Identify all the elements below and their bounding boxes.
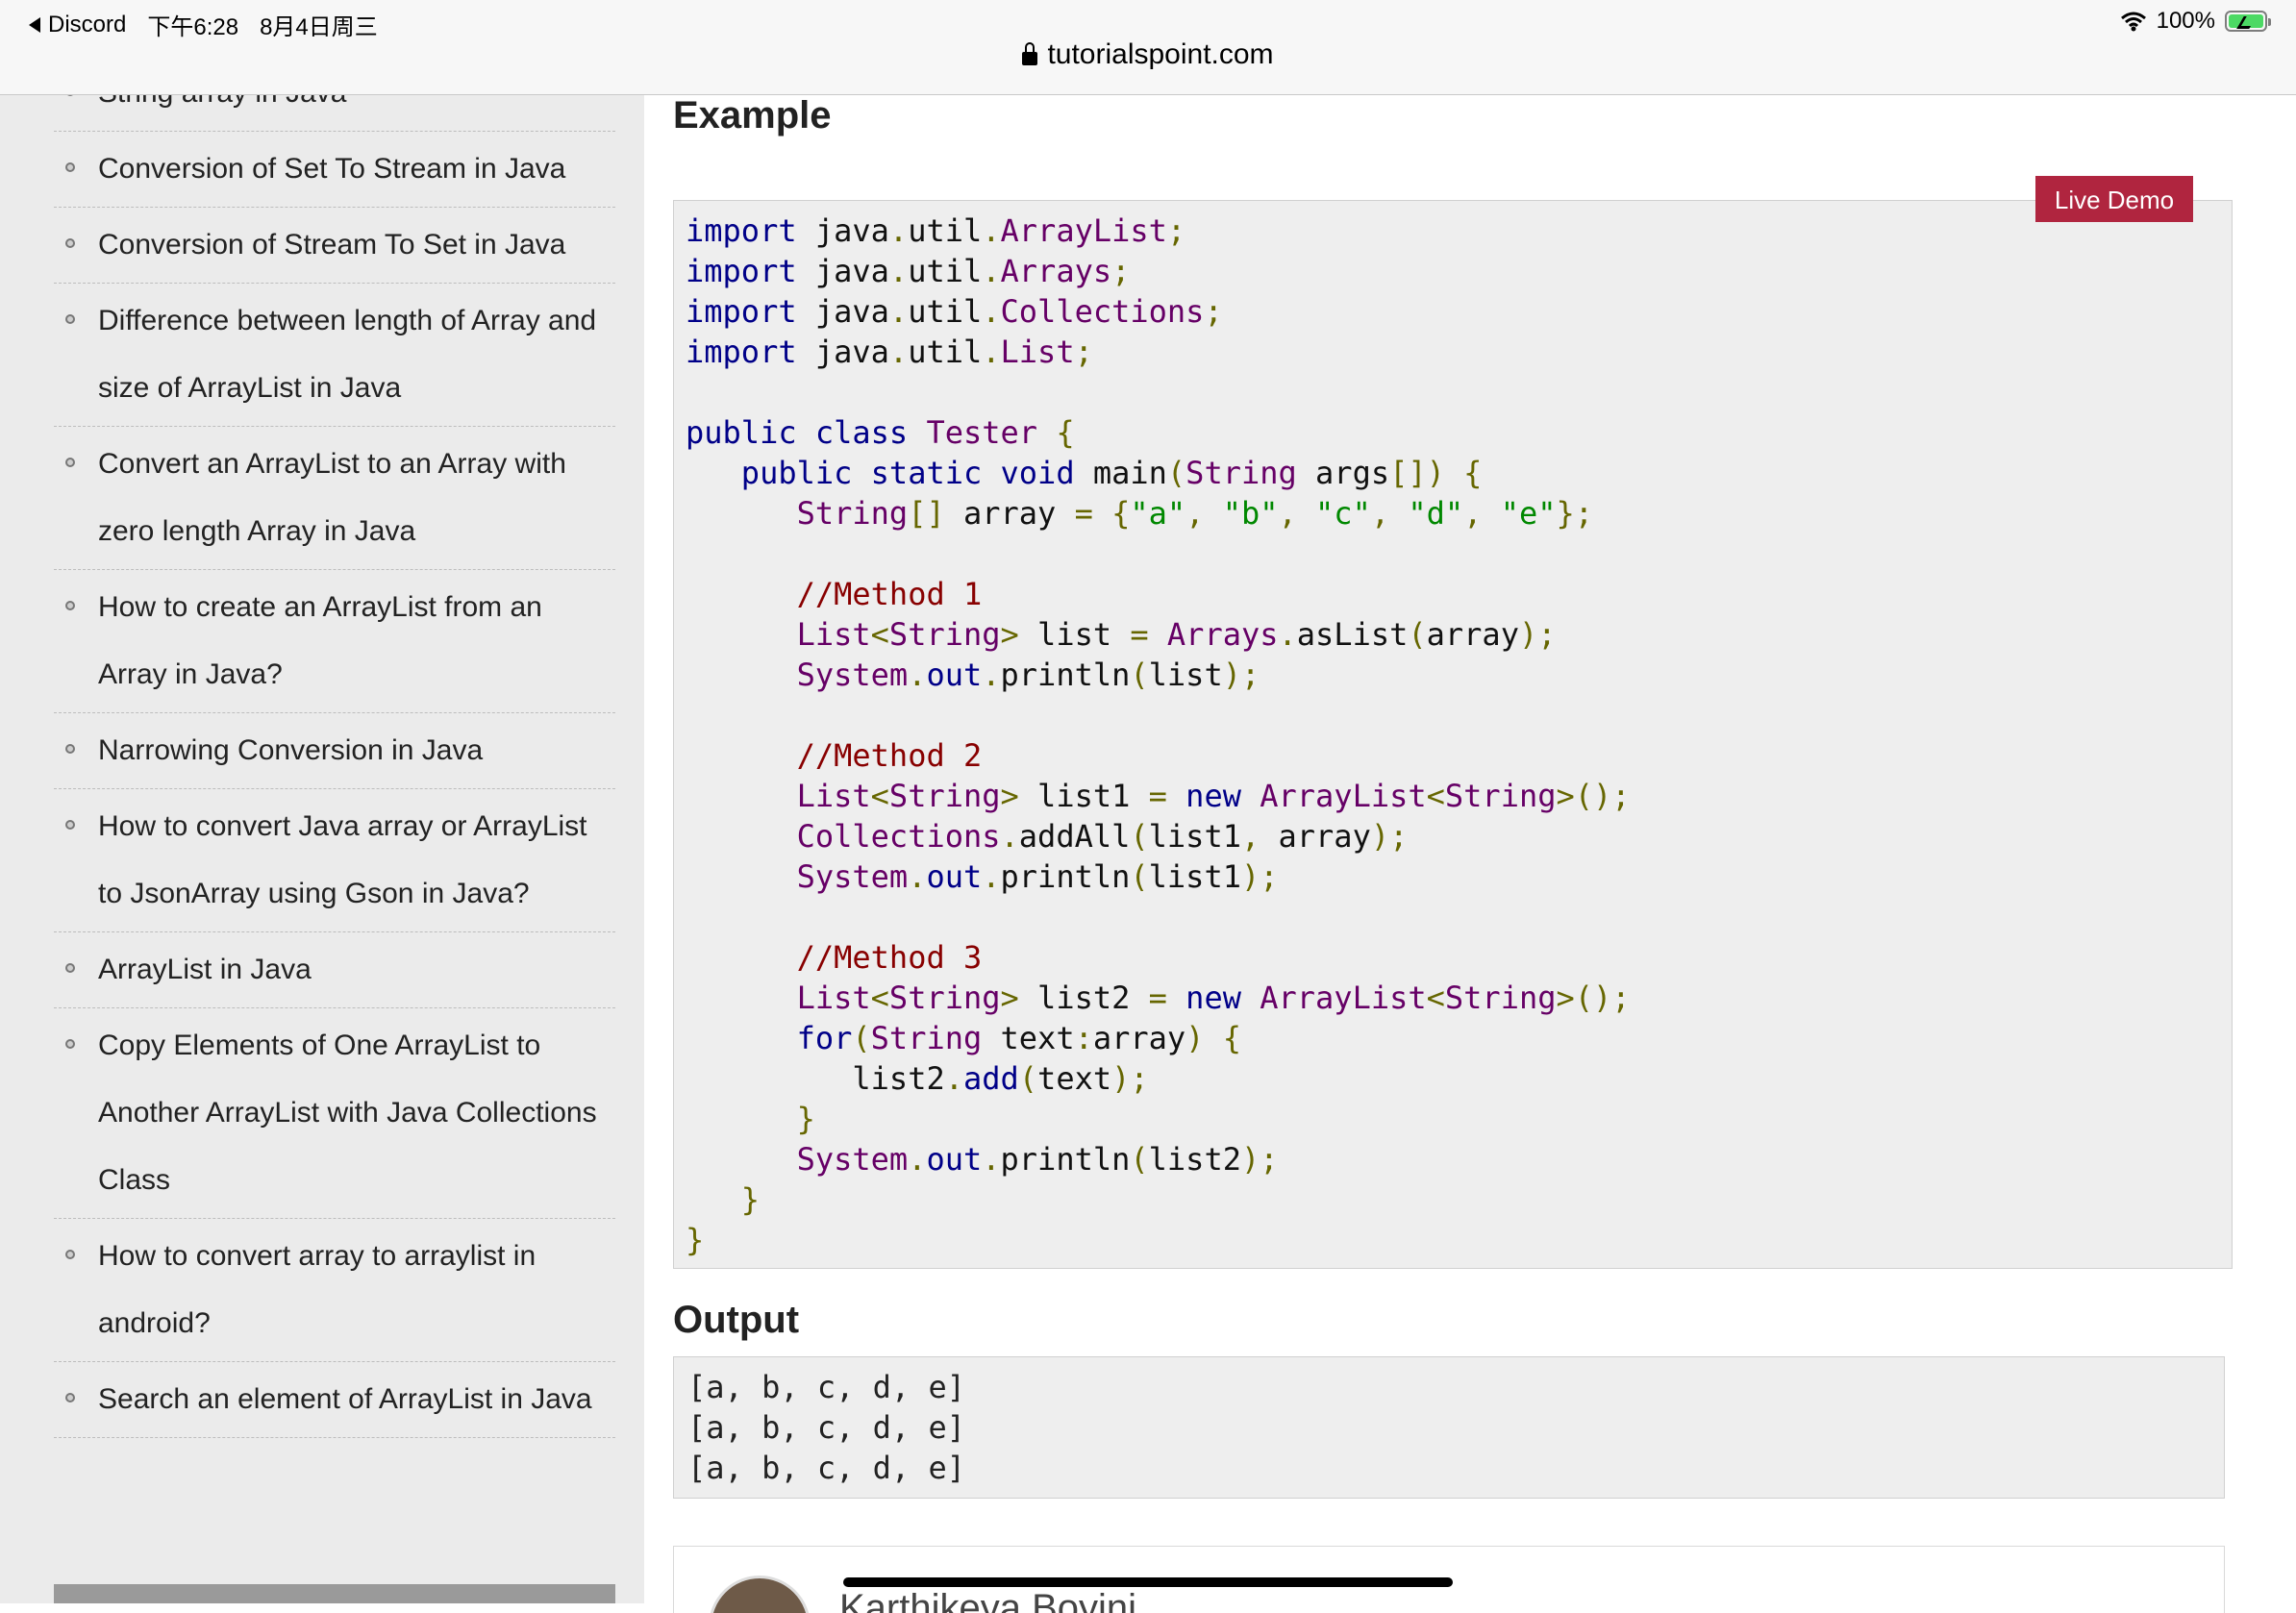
sidebar-item-label: How to create an ArrayList from an Array…	[98, 591, 542, 690]
sidebar-list: String array in Java Conversion of Set To…	[54, 94, 615, 1438]
sidebar-item-label: Convert an ArrayList to an Array with ze…	[98, 448, 566, 547]
sidebar-item[interactable]: Copy Elements of One ArrayList to Anothe…	[54, 1008, 615, 1219]
status-bar-left: Discord 下午6:28 8月4日周三	[29, 8, 378, 41]
sidebar-item[interactable]: ArrayList in Java	[54, 932, 615, 1008]
lock-icon	[1022, 42, 1038, 65]
output-line: [a, b, c, d, e]	[687, 1409, 965, 1446]
bullet-icon	[65, 1039, 75, 1049]
output-line: [a, b, c, d, e]	[687, 1369, 965, 1405]
sidebar-item[interactable]: Conversion of Stream To Set in Java	[54, 208, 615, 284]
browser-top-bar: Discord 下午6:28 8月4日周三 100% tutorialspoin…	[0, 0, 2296, 95]
bullet-icon	[65, 314, 75, 324]
sidebar-item[interactable]: Difference between length of Array and s…	[54, 284, 615, 427]
bullet-icon	[65, 1250, 75, 1259]
author-name: Karthikeya Boyini	[839, 1587, 1137, 1613]
battery-percent: 100%	[2156, 8, 2215, 34]
status-date: 8月4日周三	[260, 14, 378, 40]
sidebar-item-label: ArrayList in Java	[98, 954, 312, 985]
sidebar: String array in Java Conversion of Set To…	[0, 94, 644, 1603]
back-app-label: Discord	[48, 11, 127, 37]
sidebar-item[interactable]: Conversion of Set To Stream in Java	[54, 132, 615, 208]
sidebar-item[interactable]: How to convert Java array or ArrayList t…	[54, 789, 615, 932]
bullet-icon	[65, 162, 75, 172]
bullet-icon	[65, 601, 75, 610]
sidebar-item[interactable]: How to create an ArrayList from an Array…	[54, 570, 615, 713]
sidebar-item-label: Conversion of Stream To Set in Java	[98, 229, 566, 261]
bullet-icon	[65, 820, 75, 830]
sidebar-footer-bar	[54, 1584, 615, 1603]
output-heading: Output	[673, 1299, 800, 1341]
example-heading: Example	[673, 94, 832, 136]
url-text: tutorialspoint.com	[1047, 38, 1274, 70]
sidebar-item[interactable]: Convert an ArrayList to an Array with ze…	[54, 427, 615, 570]
status-bar-right: 100%	[2120, 8, 2271, 35]
sidebar-item-label: How to convert array to arraylist in and…	[98, 1240, 537, 1339]
sidebar-item[interactable]: Search an element of ArrayList in Java	[54, 1362, 615, 1438]
sidebar-item-label: How to convert Java array or ArrayList t…	[98, 810, 587, 909]
bullet-icon	[65, 238, 75, 248]
live-demo-button[interactable]: Live Demo	[2035, 176, 2193, 222]
sidebar-item-label: Copy Elements of One ArrayList to Anothe…	[98, 1030, 597, 1196]
sidebar-item-label: Search an element of ArrayList in Java	[98, 1383, 592, 1415]
output-block: [a, b, c, d, e] [a, b, c, d, e] [a, b, c, …	[673, 1356, 2225, 1499]
sidebar-item[interactable]: Narrowing Conversion in Java	[54, 713, 615, 789]
battery-charging-icon	[2225, 11, 2271, 32]
back-arrow-icon	[29, 16, 40, 33]
bullet-icon	[65, 458, 75, 467]
sidebar-item[interactable]: How to convert array to arraylist in and…	[54, 1219, 615, 1362]
wifi-icon	[2120, 12, 2146, 32]
avatar	[709, 1576, 811, 1613]
code-block: Live Demo import java.util.ArrayList; im…	[673, 176, 2233, 1269]
sidebar-item-label: Conversion of Set To Stream in Java	[98, 153, 566, 185]
back-to-app-link[interactable]: Discord	[29, 12, 126, 38]
code-text: import java.util.ArrayList; import java.…	[686, 212, 1631, 1258]
address-bar[interactable]: tutorialspoint.com	[0, 38, 2296, 71]
bullet-icon	[65, 744, 75, 754]
sidebar-item-label: Difference between length of Array and s…	[98, 305, 597, 404]
bullet-icon	[65, 1393, 75, 1402]
output-line: [a, b, c, d, e]	[687, 1450, 965, 1486]
scroll-indicator	[843, 1577, 1453, 1587]
bullet-icon	[65, 963, 75, 973]
sidebar-item-label: Narrowing Conversion in Java	[98, 734, 484, 766]
sidebar-item[interactable]: String array in Java	[54, 94, 615, 132]
sidebar-item-label: String array in Java	[98, 94, 615, 131]
status-time: 下午6:28	[147, 14, 239, 40]
